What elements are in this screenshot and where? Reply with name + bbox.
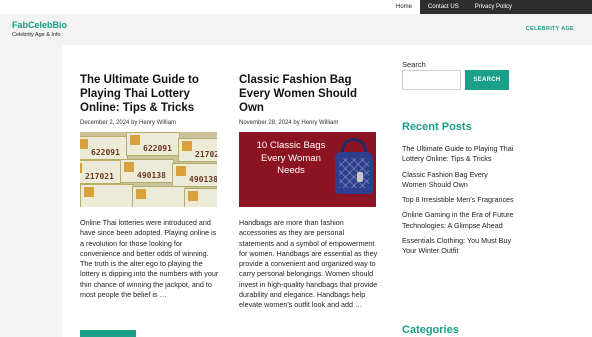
- recent-post-link[interactable]: Classic Fashion Bag Every Women Should O…: [402, 170, 514, 191]
- thumbnail-caption: 10 Classic Bags Every Woman Needs: [256, 140, 326, 176]
- sidebar: Search SEARCH Recent Posts The Ultimate …: [392, 45, 592, 337]
- header-category-link[interactable]: CELEBRITY AGE: [526, 26, 574, 32]
- search-input[interactable]: [402, 70, 461, 90]
- lottery-ticket: 217021: [80, 160, 122, 184]
- post-excerpt: Handbags are more than fashion accessori…: [239, 218, 378, 310]
- post-title[interactable]: Classic Fashion Bag Every Women Should O…: [239, 73, 379, 115]
- post-title[interactable]: The Ultimate Guide to Playing Thai Lotte…: [80, 73, 220, 115]
- search-button[interactable]: SEARCH: [465, 70, 509, 90]
- lottery-ticket: 622091: [80, 136, 128, 160]
- recent-posts-heading: Recent Posts: [402, 121, 472, 133]
- post-thumbnail-lottery[interactable]: 622091 622091 217021 217021 490138 49013…: [80, 132, 217, 207]
- lottery-ticket: 217021: [178, 138, 217, 162]
- recent-post-link[interactable]: Online Gaming in the Era of Future Techn…: [402, 210, 514, 231]
- post-excerpt: Online Thai lotteries were introduced an…: [80, 218, 219, 300]
- read-more-button[interactable]: [80, 330, 136, 337]
- post-card: Classic Fashion Bag Every Women Should O…: [239, 73, 379, 311]
- lottery-ticket: [184, 188, 217, 207]
- post-thumbnail-fashion[interactable]: 10 Classic Bags Every Woman Needs: [239, 132, 376, 207]
- top-menu: Home Contact US Privacy Policy: [388, 0, 592, 14]
- lottery-ticket: [132, 186, 186, 207]
- site-title[interactable]: FabCelebBio: [12, 20, 67, 30]
- nav-home-link[interactable]: Home: [388, 0, 421, 14]
- nav-contact-link[interactable]: Contact US: [420, 0, 467, 14]
- post-card: The Ultimate Guide to Playing Thai Lotte…: [80, 73, 220, 300]
- lottery-ticket: [80, 184, 134, 207]
- recent-post-link[interactable]: The Ultimate Guide to Playing Thai Lotte…: [402, 144, 514, 165]
- nav-privacy-link[interactable]: Privacy Policy: [467, 0, 520, 14]
- recent-posts-list: The Ultimate Guide to Playing Thai Lotte…: [402, 144, 514, 262]
- lottery-ticket: 622091: [126, 132, 180, 156]
- lottery-ticket: 490138: [172, 163, 217, 187]
- search-label: Search: [402, 60, 426, 69]
- post-meta: December 2, 2024 by Henry William: [80, 120, 177, 126]
- post-meta: November 28, 2024 by Henry William: [239, 120, 339, 126]
- recent-post-link[interactable]: Top 8 Irresistible Men's Fragrances: [402, 195, 514, 205]
- recent-post-link[interactable]: Essentials Clothing: You Must Buy Your W…: [402, 236, 514, 257]
- main-content: The Ultimate Guide to Playing Thai Lotte…: [62, 45, 392, 337]
- lottery-ticket: 490138: [120, 159, 174, 183]
- site-tagline: Celebrity Age & Info: [12, 32, 61, 38]
- top-navigation: Home Contact US Privacy Policy: [0, 0, 592, 14]
- categories-heading: Categories: [402, 324, 459, 336]
